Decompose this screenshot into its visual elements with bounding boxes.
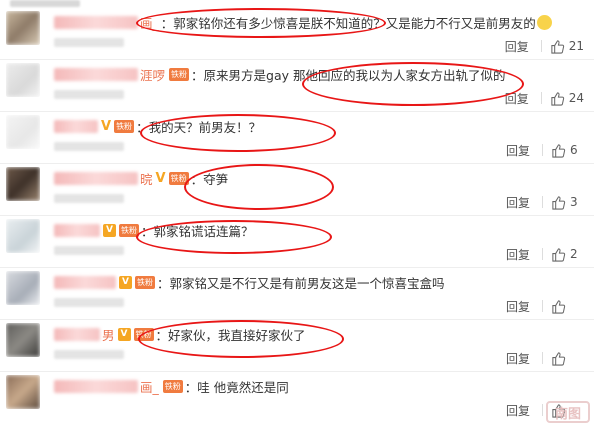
thumbs-up-icon xyxy=(552,247,566,262)
fan-badge: 铁粉 xyxy=(162,379,183,393)
comment-item: V 铁粉 ：郭家铭谎话连篇？ 回复 2 xyxy=(0,216,594,268)
username-blurred[interactable] xyxy=(54,119,98,133)
divider xyxy=(542,352,543,364)
divider xyxy=(540,92,542,104)
verified-badge: V xyxy=(101,118,112,134)
avatar[interactable] xyxy=(6,219,40,253)
thumbs-up-icon xyxy=(552,299,566,314)
username[interactable]: 涯啰 xyxy=(140,65,165,84)
comment-item: V 铁粉 ：我的天？前男友！？ 回复 6 xyxy=(0,112,594,164)
reply-button[interactable]: 回复 xyxy=(506,194,530,211)
comment-text: ：郭家铭又是不行又是有前男友这是一个惊喜宝盒吗 xyxy=(157,275,445,291)
username-blurred[interactable] xyxy=(54,327,100,341)
username-blurred[interactable] xyxy=(54,67,138,81)
timestamp-blurred xyxy=(54,38,124,47)
divider xyxy=(542,404,543,416)
username-blurred[interactable] xyxy=(54,379,138,393)
comment-item: 画_ ：郭家铭你还有多少惊喜是朕不知道的？又是能力不行又是前男友的 回复 21 xyxy=(0,8,594,60)
comment-item: 男 V 铁粉 ：好家伙，我直接好家伙了 回复 xyxy=(0,320,594,372)
username[interactable]: 男 xyxy=(102,325,115,344)
like-button[interactable]: 21 xyxy=(550,39,584,54)
username-blurred[interactable] xyxy=(54,223,100,237)
fan-badge: 铁粉 xyxy=(114,119,135,133)
reply-button[interactable]: 回复 xyxy=(506,142,530,159)
thumbs-up-icon xyxy=(551,91,564,106)
comment-item: 晥 V 铁粉 ：夺笋 回复 3 xyxy=(0,164,594,216)
fan-badge: 铁粉 xyxy=(119,223,139,237)
comment-item: V 铁粉 ：郭家铭又是不行又是有前男友这是一个惊喜宝盒吗 回复 xyxy=(0,268,594,320)
divider xyxy=(542,196,543,208)
avatar[interactable] xyxy=(6,271,40,305)
like-count: 24 xyxy=(568,91,584,105)
timestamp-blurred xyxy=(54,142,124,151)
comment-text: ：我的天？前男友！？ xyxy=(136,119,262,135)
fan-badge: 铁粉 xyxy=(168,171,189,185)
like-button[interactable]: 6 xyxy=(551,143,584,158)
username-blurred[interactable] xyxy=(54,15,138,29)
comment-text: ：哇 他竟然还是同 xyxy=(184,379,289,395)
username-blurred[interactable] xyxy=(54,275,116,289)
reply-button[interactable]: 回复 xyxy=(505,90,529,107)
timestamp-blurred xyxy=(54,194,124,203)
timestamp-blurred xyxy=(54,246,124,255)
avatar[interactable] xyxy=(6,323,40,357)
thumbs-up-icon xyxy=(552,351,566,366)
divider xyxy=(540,40,542,52)
reply-button[interactable]: 回复 xyxy=(506,246,530,263)
comment-item: 画_ 铁粉 ：哇 他竟然还是同 回复 xyxy=(0,372,594,424)
reply-button[interactable]: 回复 xyxy=(506,402,530,419)
avatar[interactable] xyxy=(6,167,40,201)
like-count: 21 xyxy=(568,39,584,53)
watermark-logo: 南图 xyxy=(546,401,590,423)
username[interactable]: 画_ xyxy=(140,377,159,396)
fan-badge: 铁粉 xyxy=(169,67,190,81)
like-count: 2 xyxy=(570,247,578,261)
divider xyxy=(542,300,543,312)
like-button[interactable] xyxy=(551,351,584,366)
comment-list: 画_ ：郭家铭你还有多少惊喜是朕不知道的？又是能力不行又是前男友的 回复 21 … xyxy=(0,8,594,424)
comment-item: 涯啰 铁粉 ：原来男方是gay 那他回应的我以为人家女方出轨了似的 回复 24 xyxy=(0,60,594,112)
username[interactable]: 晥 xyxy=(140,169,153,188)
thumbs-up-icon xyxy=(552,195,566,210)
verified-badge: V xyxy=(117,327,131,341)
avatar[interactable] xyxy=(6,115,40,149)
like-count: 6 xyxy=(570,143,578,157)
verified-badge: V xyxy=(103,223,116,237)
grin-emoji-icon xyxy=(536,14,552,30)
verified-badge: V xyxy=(119,275,132,289)
avatar[interactable] xyxy=(6,375,40,409)
comment-text: ：原来男方是gay 那他回应的我以为人家女方出轨了似的 xyxy=(191,67,506,83)
thumbs-up-icon xyxy=(551,39,564,54)
like-button[interactable] xyxy=(551,299,584,314)
timestamp-blurred xyxy=(54,90,124,99)
like-count: 3 xyxy=(570,195,578,209)
avatar[interactable] xyxy=(6,63,40,97)
username[interactable]: 画_ xyxy=(140,13,159,32)
timestamp-blurred xyxy=(54,350,124,359)
comment-text: ：夺笋 xyxy=(190,171,229,187)
fan-badge: 铁粉 xyxy=(133,327,154,341)
reply-button[interactable]: 回复 xyxy=(506,350,530,367)
divider xyxy=(542,248,543,260)
comment-text: ：郭家铭谎话连篇？ xyxy=(141,223,254,239)
verified-badge: V xyxy=(155,170,166,186)
thumbs-up-icon xyxy=(552,143,566,158)
username-blurred[interactable] xyxy=(54,171,138,185)
like-button[interactable]: 24 xyxy=(550,91,584,106)
timestamp-blurred xyxy=(54,298,124,307)
divider xyxy=(542,144,543,156)
comment-text: ：好家伙，我直接好家伙了 xyxy=(155,327,306,343)
top-strip xyxy=(0,0,594,8)
like-button[interactable]: 3 xyxy=(551,195,584,210)
reply-button[interactable]: 回复 xyxy=(506,298,530,315)
comment-text: ：郭家铭你还有多少惊喜是朕不知道的？又是能力不行又是前男友的 xyxy=(160,15,536,31)
avatar[interactable] xyxy=(6,11,40,45)
reply-button[interactable]: 回复 xyxy=(505,38,529,55)
like-button[interactable]: 2 xyxy=(551,247,584,262)
fan-badge: 铁粉 xyxy=(135,275,155,289)
